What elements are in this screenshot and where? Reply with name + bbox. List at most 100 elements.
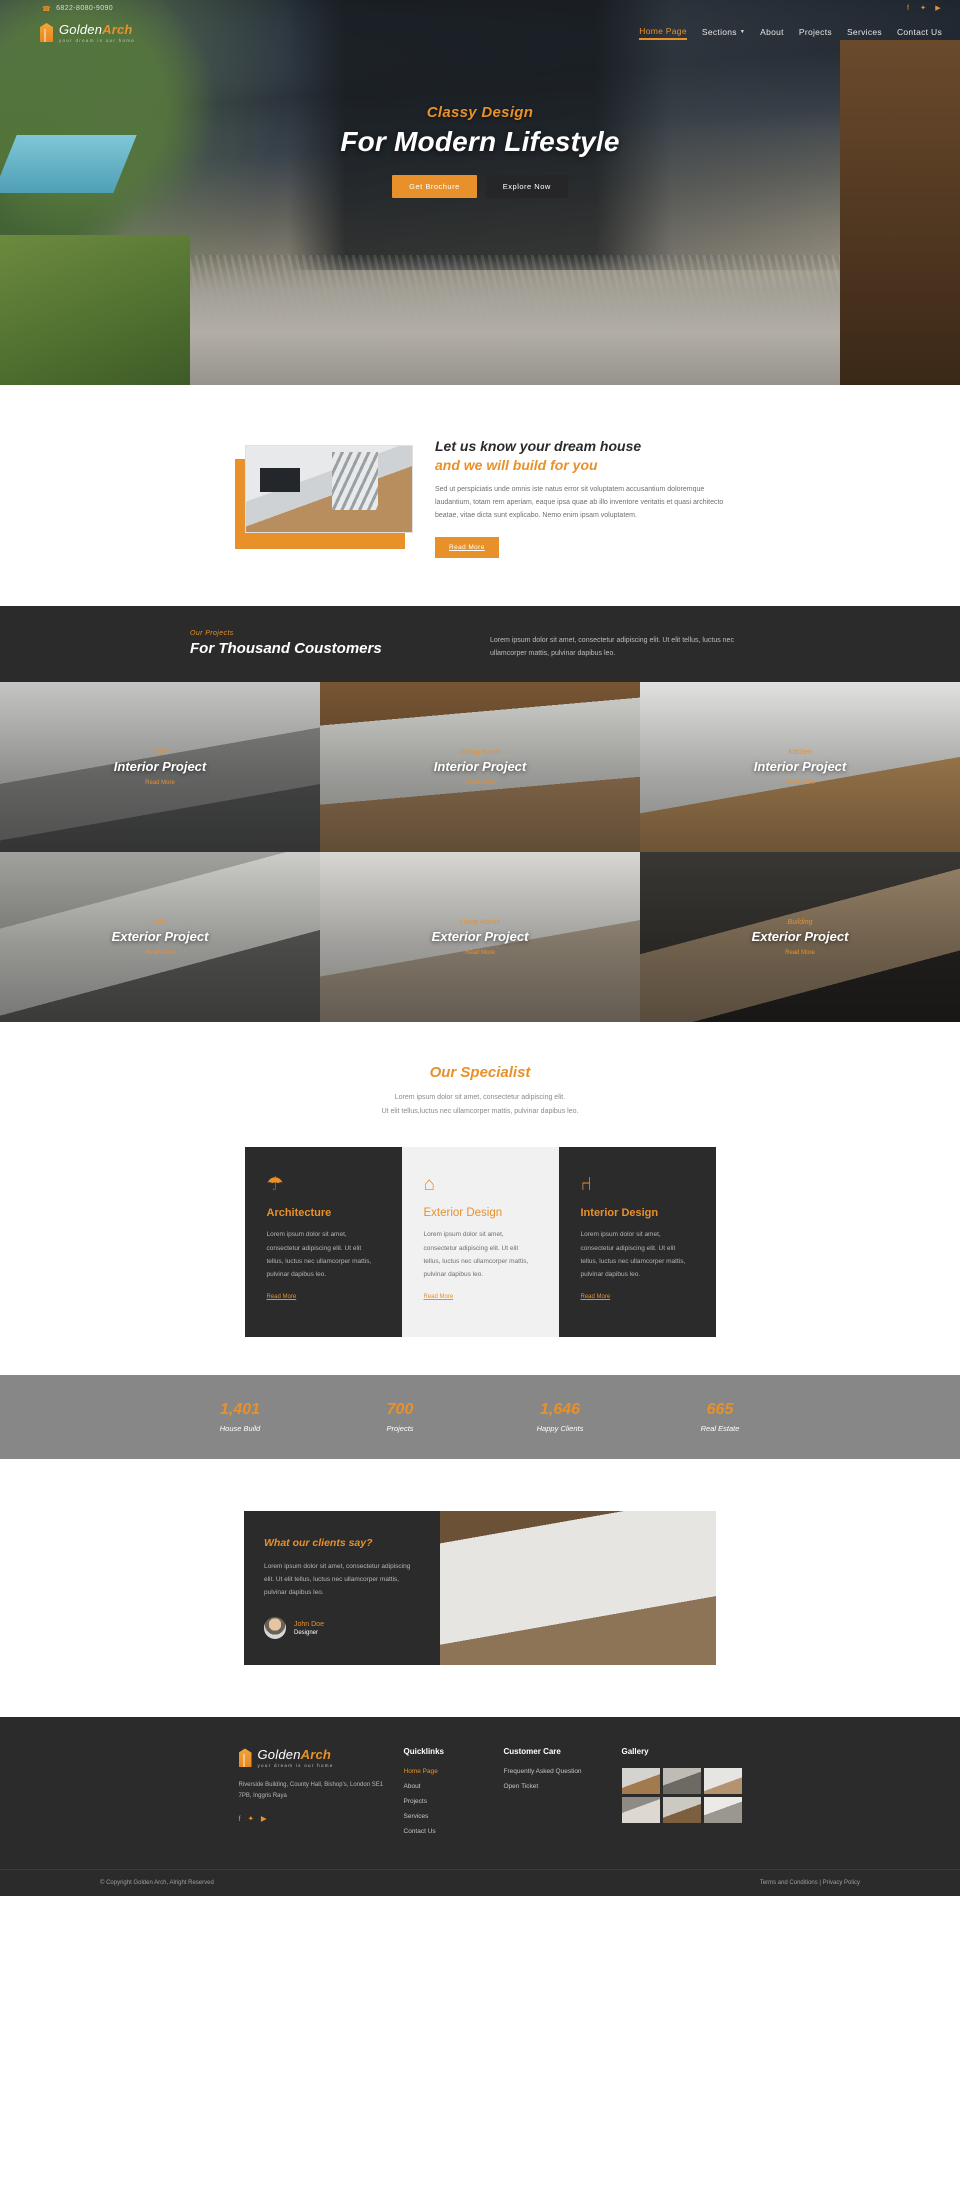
top-social-links: f ✦ ▶: [904, 5, 942, 13]
project-read-more[interactable]: Read More: [145, 950, 175, 956]
brand-name-bold: Arch: [102, 21, 133, 37]
project-tile[interactable]: Office Interior Project Read More: [0, 682, 320, 853]
stat-projects: 700 Projects: [320, 1401, 480, 1433]
projects-description: Lorem ipsum dolor sit amet, consectetur …: [490, 636, 734, 657]
footer-gallery-column: Gallery: [621, 1747, 742, 1843]
nav-item-contact-label: Contact Us: [896, 26, 942, 37]
project-tile[interactable]: Dining Room Interior Project Read More: [320, 682, 640, 853]
project-tile[interactable]: Kitchen Interior Project Read More: [640, 682, 960, 853]
gallery-thumb[interactable]: [703, 1797, 742, 1824]
nav-item-projects[interactable]: Projects: [799, 27, 832, 39]
specialist-card-text: Lorem ipsum dolor sit amet, consectetur …: [423, 1231, 529, 1279]
footer-columns: GoldenArch your dream is our home Rivers…: [0, 1747, 960, 1843]
project-tile[interactable]: Villa Exterior Project Read More: [0, 852, 320, 1023]
about-section: Let us know your dream house and we will…: [0, 385, 960, 606]
twitter-icon[interactable]: ✦: [919, 5, 927, 13]
stat-real-estate: 665 Real Estate: [640, 1401, 800, 1433]
project-read-more[interactable]: Read More: [785, 950, 815, 956]
brand-logo[interactable]: GoldenArch your dream is our home: [40, 22, 135, 44]
projects-kicker: Our Projects: [190, 629, 234, 637]
youtube-icon[interactable]: ▶: [934, 5, 942, 13]
stat-label: Happy Clients: [536, 1424, 584, 1434]
nav-item-services[interactable]: Services: [847, 27, 882, 39]
main-navigation: GoldenArch your dream is our home Home P…: [0, 17, 960, 48]
project-title: Interior Project: [113, 758, 207, 774]
specialist-read-more[interactable]: Read More: [267, 1294, 297, 1300]
nav-item-about[interactable]: About: [760, 27, 784, 39]
project-kicker: Dining Room: [459, 748, 501, 756]
footer-link-open-ticket[interactable]: Open Ticket: [504, 1783, 622, 1790]
specialist-title: Our Specialist: [429, 1064, 531, 1082]
footer-link-faq[interactable]: Frequently Asked Question: [504, 1768, 622, 1775]
phone-contact[interactable]: ☎ 6822-8080-9090: [42, 5, 113, 13]
project-kicker: Living House: [459, 918, 501, 926]
gallery-thumb[interactable]: [621, 1768, 660, 1795]
testimonial-card: What our clients say? Lorem ipsum dolor …: [244, 1511, 716, 1666]
get-brochure-button[interactable]: Get Brochure: [392, 175, 477, 198]
nav-item-sections[interactable]: Sections ▼: [702, 27, 745, 39]
specialist-card-text: Lorem ipsum dolor sit amet, consectetur …: [266, 1231, 372, 1279]
specialist-card-interior[interactable]: ⑁ Interior Design Lorem ipsum dolor sit …: [558, 1147, 716, 1338]
project-tile[interactable]: Living House Exterior Project Read More: [320, 852, 640, 1023]
landing-page: ☎ 6822-8080-9090 f ✦ ▶ GoldenArch your d…: [0, 0, 960, 1897]
explore-now-button[interactable]: Explore Now: [485, 175, 568, 198]
specialist-read-more[interactable]: Read More: [424, 1294, 454, 1300]
about-read-more-button[interactable]: Read More: [435, 536, 499, 558]
testimonial-text: Lorem ipsum dolor sit amet, consectetur …: [264, 1563, 411, 1597]
specialist-card-architecture[interactable]: ☂ Architecture Lorem ipsum dolor sit ame…: [244, 1147, 402, 1338]
specialist-card-exterior[interactable]: ⌂ Exterior Design Lorem ipsum dolor sit …: [401, 1147, 559, 1338]
home-icon: ⌂: [423, 1174, 435, 1196]
footer-gallery-grid: [621, 1768, 742, 1824]
project-title: Exterior Project: [111, 928, 209, 944]
footer-link-projects[interactable]: Projects: [404, 1798, 504, 1805]
gallery-thumb[interactable]: [662, 1768, 701, 1795]
legal-links[interactable]: Terms and Conditions | Privacy Policy: [760, 1880, 860, 1886]
stat-number: 1,646: [539, 1401, 581, 1419]
about-heading-secondary: and we will build for you: [435, 456, 598, 473]
stat-label: House Build: [219, 1424, 261, 1434]
project-read-more[interactable]: Read More: [465, 780, 495, 786]
nav-item-home[interactable]: Home Page: [639, 26, 687, 40]
specialist-read-more[interactable]: Read More: [581, 1294, 611, 1300]
chair-icon: ⑁: [580, 1174, 592, 1196]
specialist-cards: ☂ Architecture Lorem ipsum dolor sit ame…: [0, 1147, 960, 1338]
top-bar: ☎ 6822-8080-9090 f ✦ ▶: [0, 0, 960, 17]
footer-brand-tagline: your dream is our home: [257, 1763, 334, 1769]
testimonial-author: John Doe Designer: [264, 1617, 420, 1640]
project-title: Interior Project: [433, 758, 527, 774]
footer-link-home[interactable]: Home Page: [404, 1768, 504, 1775]
testimonial-content: What our clients say? Lorem ipsum dolor …: [244, 1511, 440, 1666]
gallery-thumb[interactable]: [621, 1797, 660, 1824]
twitter-icon[interactable]: ✦: [248, 1814, 254, 1823]
footer-link-contact[interactable]: Contact Us: [404, 1828, 504, 1835]
project-read-more[interactable]: Read More: [145, 780, 175, 786]
nav-item-about-label: About: [760, 26, 784, 37]
testimonial-author-info: John Doe Designer: [294, 1621, 324, 1636]
footer-link-services[interactable]: Services: [404, 1813, 504, 1820]
footer-link-about[interactable]: About: [404, 1783, 504, 1790]
nav-item-contact[interactable]: Contact Us: [897, 27, 942, 39]
facebook-icon[interactable]: f: [239, 1814, 241, 1823]
about-paragraph: Sed ut perspiciatis unde omnis iste natu…: [435, 485, 724, 519]
gallery-thumb[interactable]: [703, 1768, 742, 1795]
facebook-icon[interactable]: f: [904, 5, 912, 13]
project-read-more[interactable]: Read More: [785, 780, 815, 786]
stat-label: Projects: [386, 1424, 414, 1434]
footer-social-links: f ✦ ▶: [239, 1814, 390, 1823]
footer-care-title: Customer Care: [503, 1747, 561, 1757]
project-tile[interactable]: Building Exterior Project Read More: [640, 852, 960, 1023]
footer-brand-column: GoldenArch your dream is our home Rivers…: [238, 1747, 404, 1843]
specialist-subtitle-line1: Lorem ipsum dolor sit amet, consectetur …: [394, 1094, 566, 1102]
gallery-thumb[interactable]: [662, 1797, 701, 1824]
project-kicker: Office: [150, 748, 170, 756]
project-read-more[interactable]: Read More: [465, 950, 495, 956]
footer-bottom-bar: © Copyright Golden Arch, Alright Reserve…: [0, 1869, 960, 1896]
stat-label: Real Estate: [700, 1424, 740, 1434]
about-heading-primary: Let us know your dream house: [435, 438, 642, 454]
testimonial-author-name: John Doe: [294, 1620, 324, 1628]
hero-content: Classy Design For Modern Lifestyle Get B…: [0, 48, 960, 198]
stat-number: 700: [386, 1401, 414, 1419]
youtube-icon[interactable]: ▶: [261, 1814, 267, 1823]
footer-brand-logo[interactable]: GoldenArch your dream is our home: [238, 1747, 390, 1769]
stat-number: 665: [706, 1401, 734, 1419]
